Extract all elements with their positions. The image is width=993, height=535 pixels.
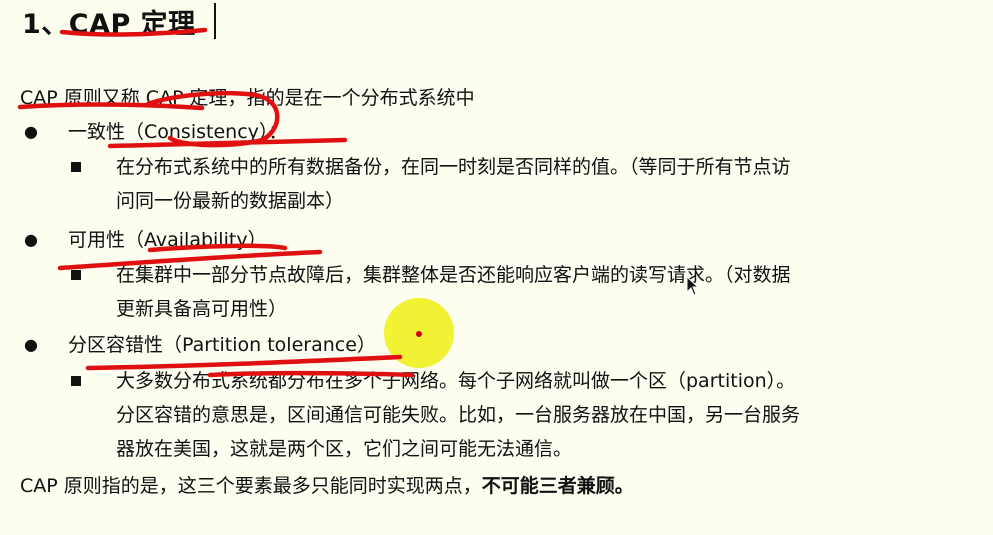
bullet-icon: ● bbox=[24, 335, 38, 354]
item-desc-consistency-line2: 问同一份最新的数据副本） bbox=[116, 190, 345, 212]
bullet-icon: ● bbox=[24, 122, 38, 141]
conclusion-bold: 不可能三者兼顾。 bbox=[481, 475, 634, 497]
document-page: 1、CAP 定理 CAP 原则又称 CAP 定理，指的是在一个分布式系统中 ● … bbox=[0, 0, 993, 535]
item-desc-partition-line3: 器放在美国，这就是两个区，它们之间可能无法通信。 bbox=[116, 438, 573, 460]
intro-text: CAP 原则又称 CAP 定理，指的是在一个分布式系统中 bbox=[20, 87, 475, 109]
item-desc-consistency-line1: 在分布式系统中的所有数据备份，在同一时刻是否同样的值。（等同于所有节点访 bbox=[116, 156, 791, 178]
item-label-partition-tolerance: 分区容错性（Partition tolerance） bbox=[68, 334, 376, 356]
square-bullet-icon bbox=[71, 270, 81, 280]
bullet-icon: ● bbox=[24, 230, 38, 249]
item-desc-partition-line2: 分区容错的意思是，区间通信可能失败。比如，一台服务器放在中国，另一台服务 bbox=[116, 404, 801, 426]
item-desc-availability-line2: 更新具备高可用性） bbox=[116, 298, 288, 320]
item-desc-partition-line1: 大多数分布式系统都分布在多个子网络。每个子网络就叫做一个区（partition）… bbox=[116, 370, 796, 392]
conclusion-text: CAP 原则指的是，这三个要素最多只能同时实现两点，不可能三者兼顾。 bbox=[20, 474, 634, 498]
square-bullet-icon bbox=[71, 162, 81, 172]
partition-underline bbox=[85, 354, 403, 371]
conclusion-normal: CAP 原则指的是，这三个要素最多只能同时实现两点， bbox=[20, 475, 482, 497]
item-label-availability: 可用性（Availability） bbox=[68, 229, 267, 251]
text-cursor bbox=[214, 3, 216, 39]
cursor-dot bbox=[416, 331, 422, 337]
item-label-consistency: 一致性（Consistency）： bbox=[68, 121, 288, 143]
square-bullet-icon bbox=[71, 376, 81, 386]
mouse-pointer-icon bbox=[686, 276, 700, 296]
page-title: 1、CAP 定理 bbox=[22, 9, 196, 40]
